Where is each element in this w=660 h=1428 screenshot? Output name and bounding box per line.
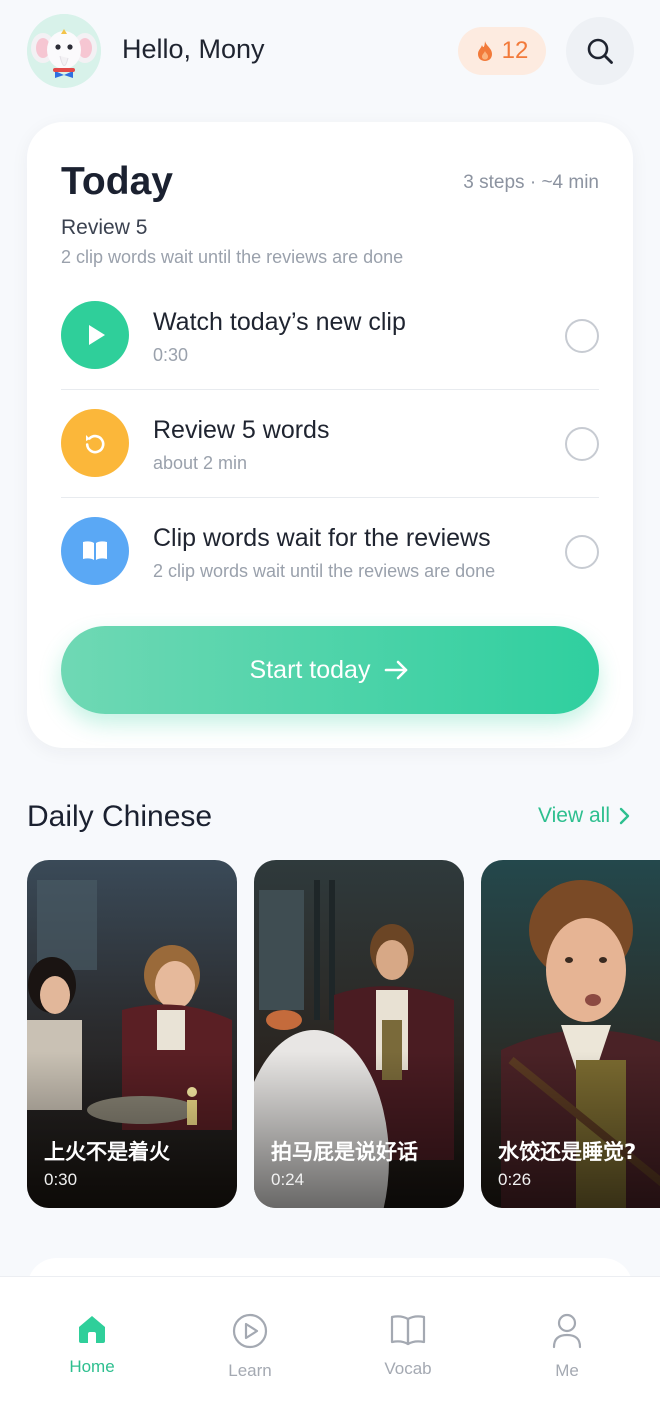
nav-item-me[interactable]: Me [507,1277,627,1428]
book-icon [61,517,129,585]
streak-badge[interactable]: 12 [458,27,546,75]
view-all-link[interactable]: View all [538,804,630,828]
home-icon [79,1316,105,1343]
step-review-words[interactable]: Review 5 words about 2 min [61,390,599,498]
start-today-button[interactable]: Start today [61,626,599,714]
step-checkbox[interactable] [565,427,599,461]
step-subtitle: about 2 min [153,453,248,473]
today-card: Today 3 steps · ~4 min Review 5 2 clip w… [27,122,633,748]
clip-card[interactable]: 水饺还是睡觉? 0:26 [481,860,660,1208]
step-title: Watch today’s new clip [153,308,406,336]
clip-duration: 0:26 [498,1170,532,1189]
nav-item-learn[interactable]: Learn [190,1277,310,1428]
start-today-label: Start today [249,655,371,684]
clip-title: 上火不是着火 [44,1140,170,1164]
clip-duration: 0:24 [271,1170,305,1189]
nav-label: Learn [228,1361,272,1380]
nav-item-vocab[interactable]: Vocab [348,1277,468,1428]
step-subtitle: 0:30 [153,345,189,365]
clip-card[interactable]: 上火不是着火 0:30 [27,860,237,1208]
search-icon [587,38,613,64]
clip-duration: 0:30 [44,1170,78,1189]
clip-title: 水饺还是睡觉? [498,1140,637,1164]
refresh-icon [61,409,129,477]
today-note: 2 clip words wait until the reviews are … [61,247,404,267]
section-title-daily-chinese: Daily Chinese [27,800,213,833]
user-icon [552,1313,582,1349]
nav-label: Home [69,1357,115,1376]
step-checkbox[interactable] [565,535,599,569]
play-circle-icon [232,1313,268,1349]
view-all-label: View all [538,804,610,827]
today-title: Today [61,160,173,203]
clip-carousel[interactable]: 上火不是着火 0:30 拍马屁是说好话 0:24 水饺还是睡觉? 0:26 [0,860,660,1208]
flame-icon [477,41,492,61]
step-watch-clip[interactable]: Watch today’s new clip 0:30 [61,282,599,390]
today-subtitle: Review 5 [61,216,148,239]
header: Hello, Mony 12 [0,0,660,104]
bottom-nav: Home Learn Vocab Me [0,1276,660,1428]
clip-card[interactable]: 拍马屁是说好话 0:24 [254,860,464,1208]
step-checkbox[interactable] [565,319,599,353]
search-button[interactable] [566,17,634,85]
greeting-text: Hello, Mony [122,34,265,64]
step-subtitle: 2 clip words wait until the reviews are … [153,561,496,581]
book-open-icon [390,1315,426,1346]
nav-item-home[interactable]: Home [32,1277,152,1428]
step-title: Review 5 words [153,416,330,444]
nav-label: Me [555,1361,579,1380]
step-title: Clip words wait for the reviews [153,524,491,552]
streak-count: 12 [501,37,529,64]
nav-label: Vocab [384,1359,432,1378]
play-icon [61,301,129,369]
arrow-right-icon [385,660,408,680]
clip-title: 拍马屁是说好话 [271,1140,418,1164]
elephant-mascot-icon [27,14,101,88]
chevron-right-icon [619,807,630,825]
avatar[interactable] [27,14,101,88]
today-meta: 3 steps · ~4 min [463,172,599,193]
step-clip-words[interactable]: Clip words wait for the reviews 2 clip w… [61,498,599,606]
